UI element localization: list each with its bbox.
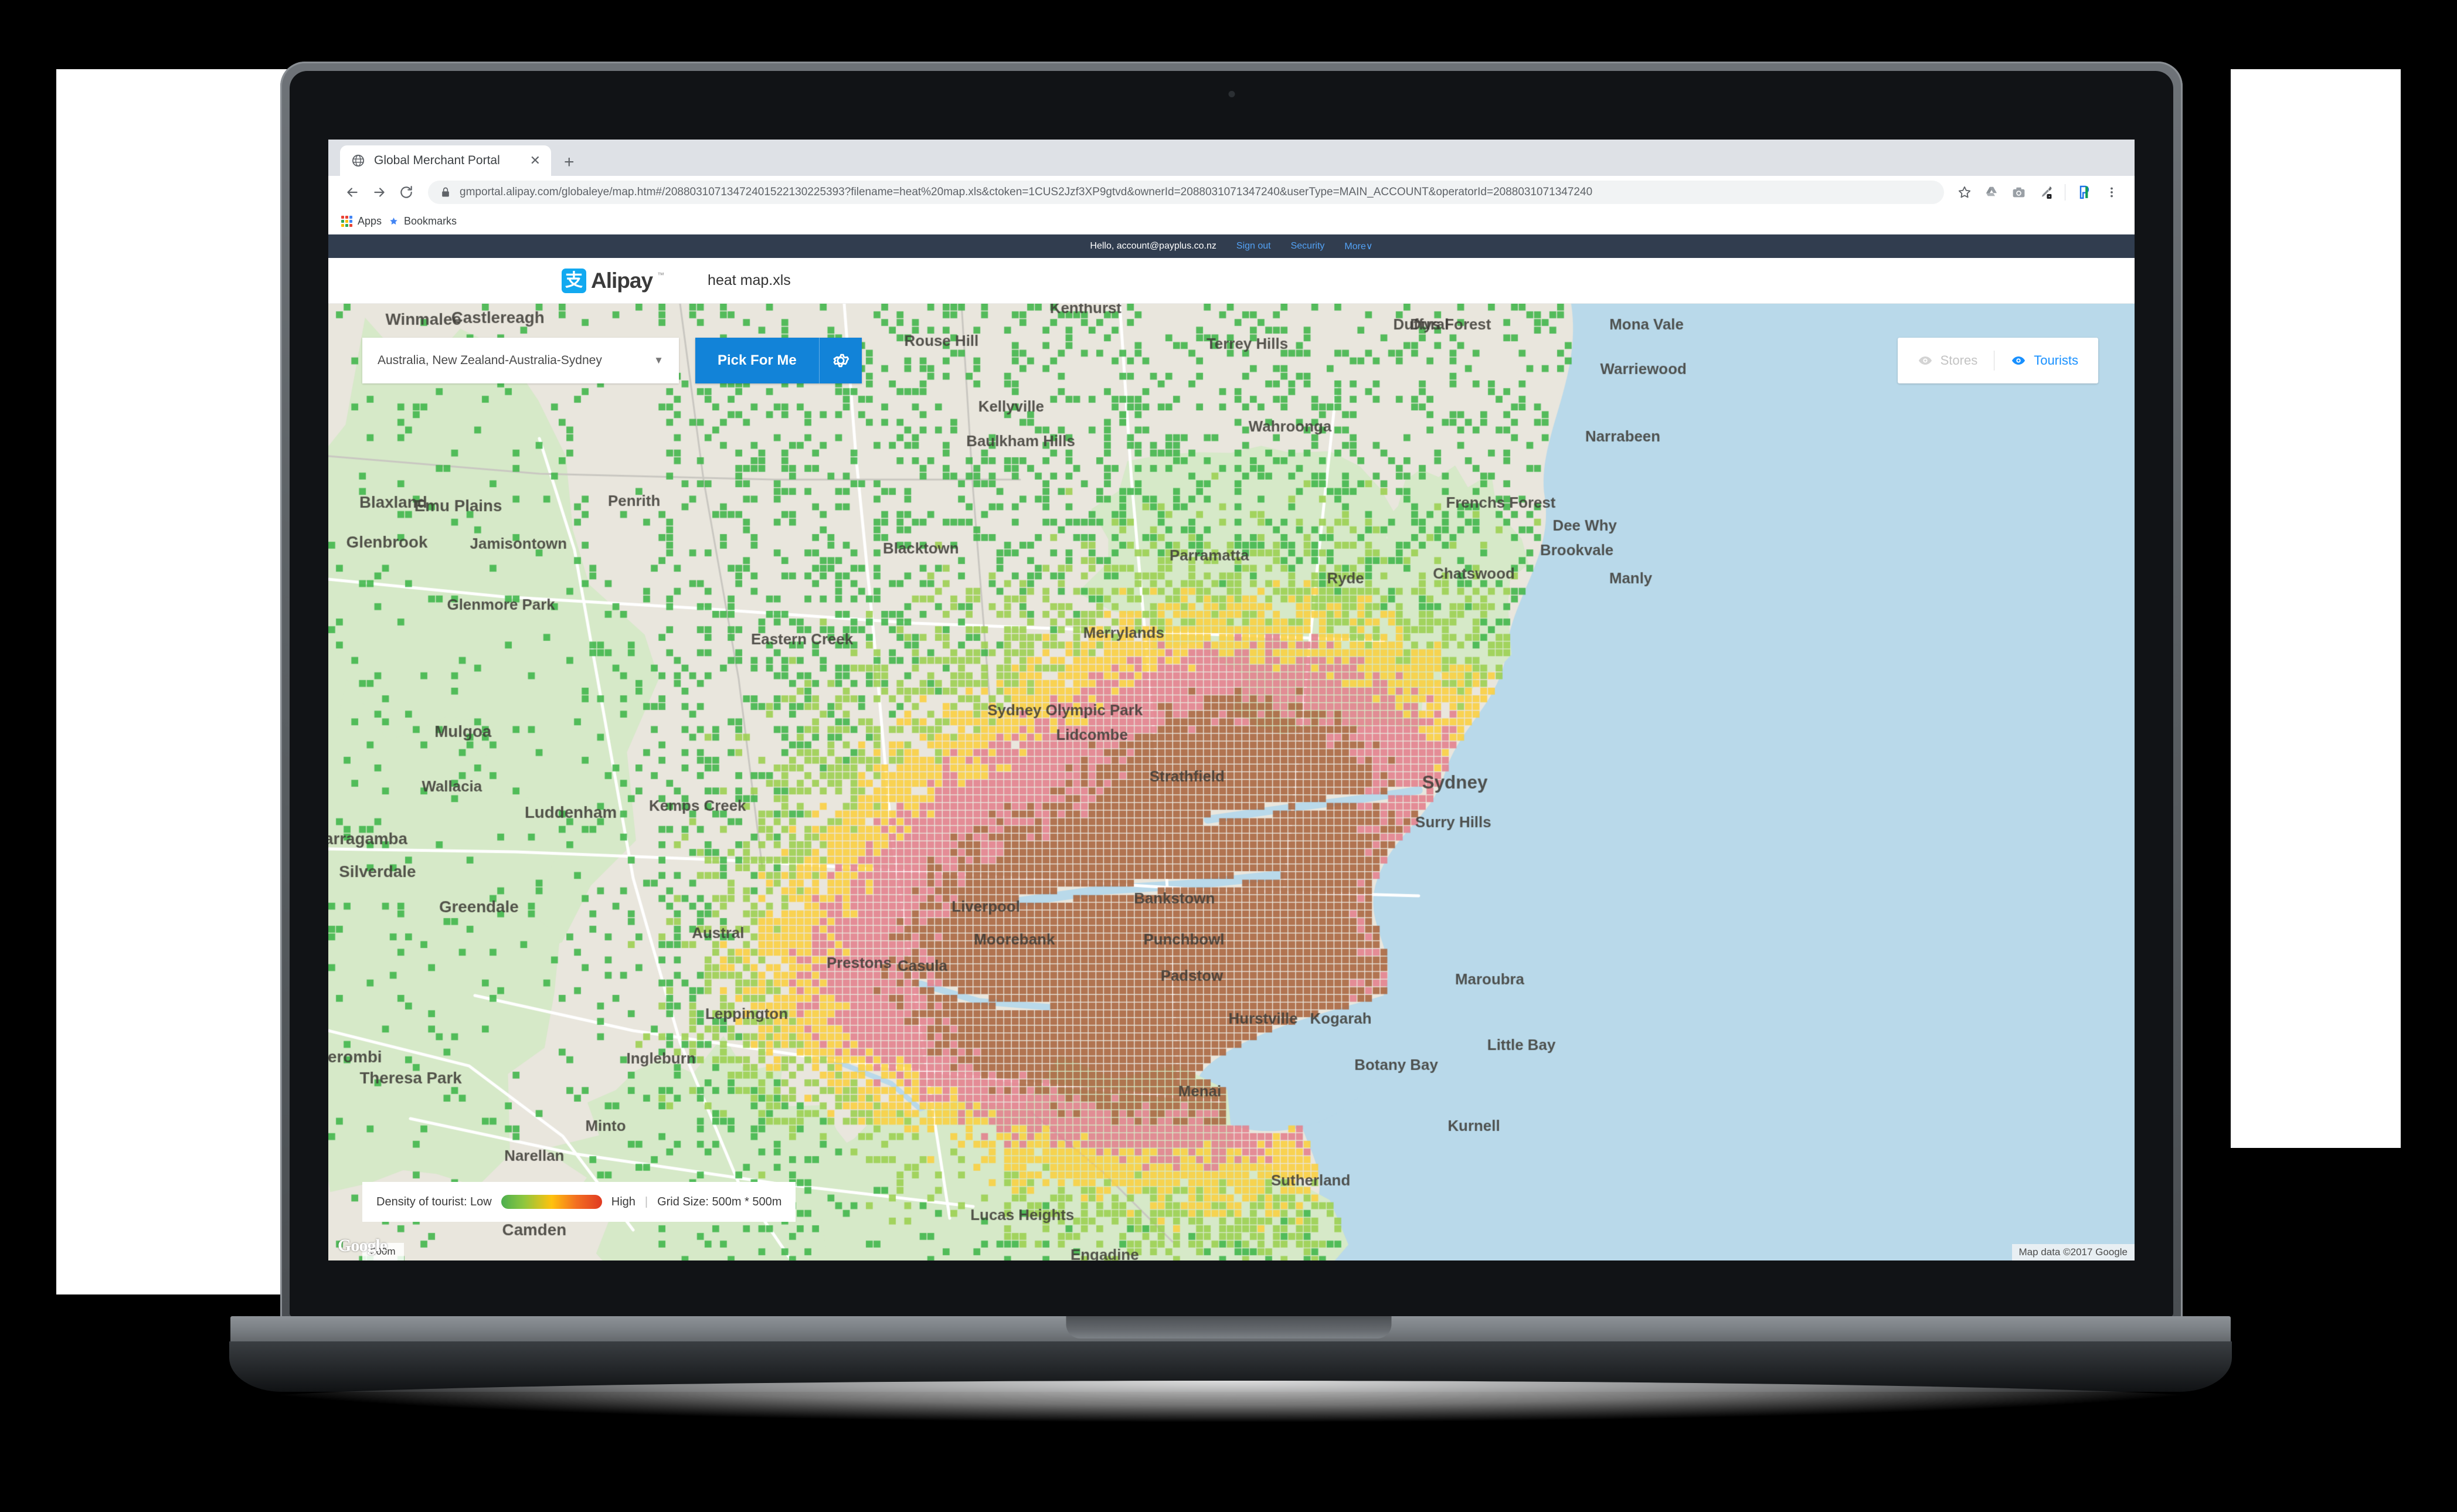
account-greeting: Hello, account@payplus.co.nz [1090, 241, 1216, 251]
sign-out-link[interactable]: Sign out [1236, 241, 1271, 252]
lock-icon [442, 187, 449, 197]
chevron-down-icon: ▼ [654, 355, 664, 366]
map-attribution: Map data ©2017 Google [2011, 1244, 2135, 1260]
layer-option-stores-label: Stores [1940, 353, 1978, 368]
laptop-shadow [230, 1381, 2231, 1422]
browser-tabstrip: Global Merchant Portal ✕ + [328, 140, 2135, 176]
globe-icon [352, 154, 365, 167]
trademark-symbol: ™ [657, 270, 665, 279]
address-bar-url: gmportal.alipay.com/globaleye/map.htm#/2… [460, 186, 1593, 198]
google-drive-icon[interactable] [1979, 180, 2004, 205]
eyedropper-icon[interactable] [2033, 180, 2058, 205]
laptop-notch [1066, 1316, 1391, 1338]
new-tab-button[interactable]: + [564, 154, 575, 171]
eye-icon [1918, 356, 1932, 365]
close-icon[interactable]: ✕ [530, 154, 541, 167]
bookmark-apps[interactable]: Apps [341, 215, 382, 227]
legend-grid-size: Grid Size: 500m * 500m [657, 1195, 782, 1208]
camera-icon[interactable] [2006, 180, 2031, 205]
browser-action-icons [1952, 180, 2124, 205]
back-arrow-icon[interactable] [339, 179, 366, 206]
legend-divider: | [644, 1195, 648, 1208]
page-title: heat map.xls [708, 272, 791, 288]
bookmark-bookmarks[interactable]: Bookmarks [389, 215, 457, 227]
screen-viewport: Global Merchant Portal ✕ + gmportal.alip… [328, 140, 2135, 1260]
browser-tab-title: Global Merchant Portal [374, 154, 500, 167]
pick-for-me-button[interactable]: Pick For Me [695, 338, 819, 383]
alipay-logo[interactable]: 支 Alipay ™ [562, 268, 665, 293]
layer-option-stores[interactable]: Stores [1918, 353, 1978, 368]
bookmark-bookmarks-label: Bookmarks [404, 215, 457, 227]
webcam-icon [1228, 91, 1235, 97]
eye-icon [2012, 356, 2026, 365]
browser-tab[interactable]: Global Merchant Portal ✕ [340, 145, 551, 176]
legend-high-label: High [611, 1195, 636, 1208]
bookmarks-bar: Apps Bookmarks [328, 209, 2135, 235]
portal-header: 支 Alipay ™ heat map.xls [328, 258, 2135, 304]
browser-toolbar: gmportal.alipay.com/globaleye/map.htm#/2… [328, 176, 2135, 209]
address-bar[interactable]: gmportal.alipay.com/globaleye/map.htm#/2… [428, 181, 1944, 204]
heatmap-container[interactable]: Australia, New Zealand-Australia-Sydney … [328, 304, 2135, 1260]
density-legend: Density of tourist: Low High | Grid Size… [362, 1182, 796, 1222]
gear-icon[interactable] [820, 338, 862, 383]
apps-grid-icon [341, 216, 352, 227]
portal-account-bar: Hello, account@payplus.co.nz Sign out Se… [328, 235, 2135, 258]
layer-toggle: Stores Tourists [1897, 338, 2098, 383]
alipay-wordmark: Alipay [591, 268, 653, 293]
forward-arrow-icon[interactable] [366, 179, 393, 206]
laptop-mockup: Global Merchant Portal ✕ + gmportal.alip… [0, 0, 2457, 1512]
security-link[interactable]: Security [1291, 241, 1325, 252]
region-select[interactable]: Australia, New Zealand-Australia-Sydney … [362, 338, 679, 383]
heatmap-canvas[interactable] [328, 304, 2135, 1260]
three-dot-menu-icon[interactable] [2099, 180, 2124, 205]
map-control-group: Australia, New Zealand-Australia-Sydney … [362, 338, 862, 383]
google-watermark: Google [338, 1236, 388, 1255]
star-icon[interactable] [1952, 180, 1977, 205]
pick-for-me-group: Pick For Me [695, 338, 862, 383]
bookmark-apps-label: Apps [358, 215, 382, 227]
reload-icon[interactable] [393, 179, 420, 206]
legend-gradient-bar [501, 1195, 602, 1209]
more-menu-link[interactable]: More∨ [1344, 240, 1372, 252]
layer-option-tourists[interactable]: Tourists [2011, 353, 2078, 368]
extension-p-icon[interactable] [2072, 180, 2097, 205]
star-icon [390, 218, 397, 225]
region-select-value: Australia, New Zealand-Australia-Sydney [378, 354, 602, 367]
layer-option-tourists-label: Tourists [2034, 353, 2078, 368]
legend-prefix: Density of tourist: Low [376, 1195, 492, 1208]
alipay-mark-icon: 支 [562, 268, 586, 293]
